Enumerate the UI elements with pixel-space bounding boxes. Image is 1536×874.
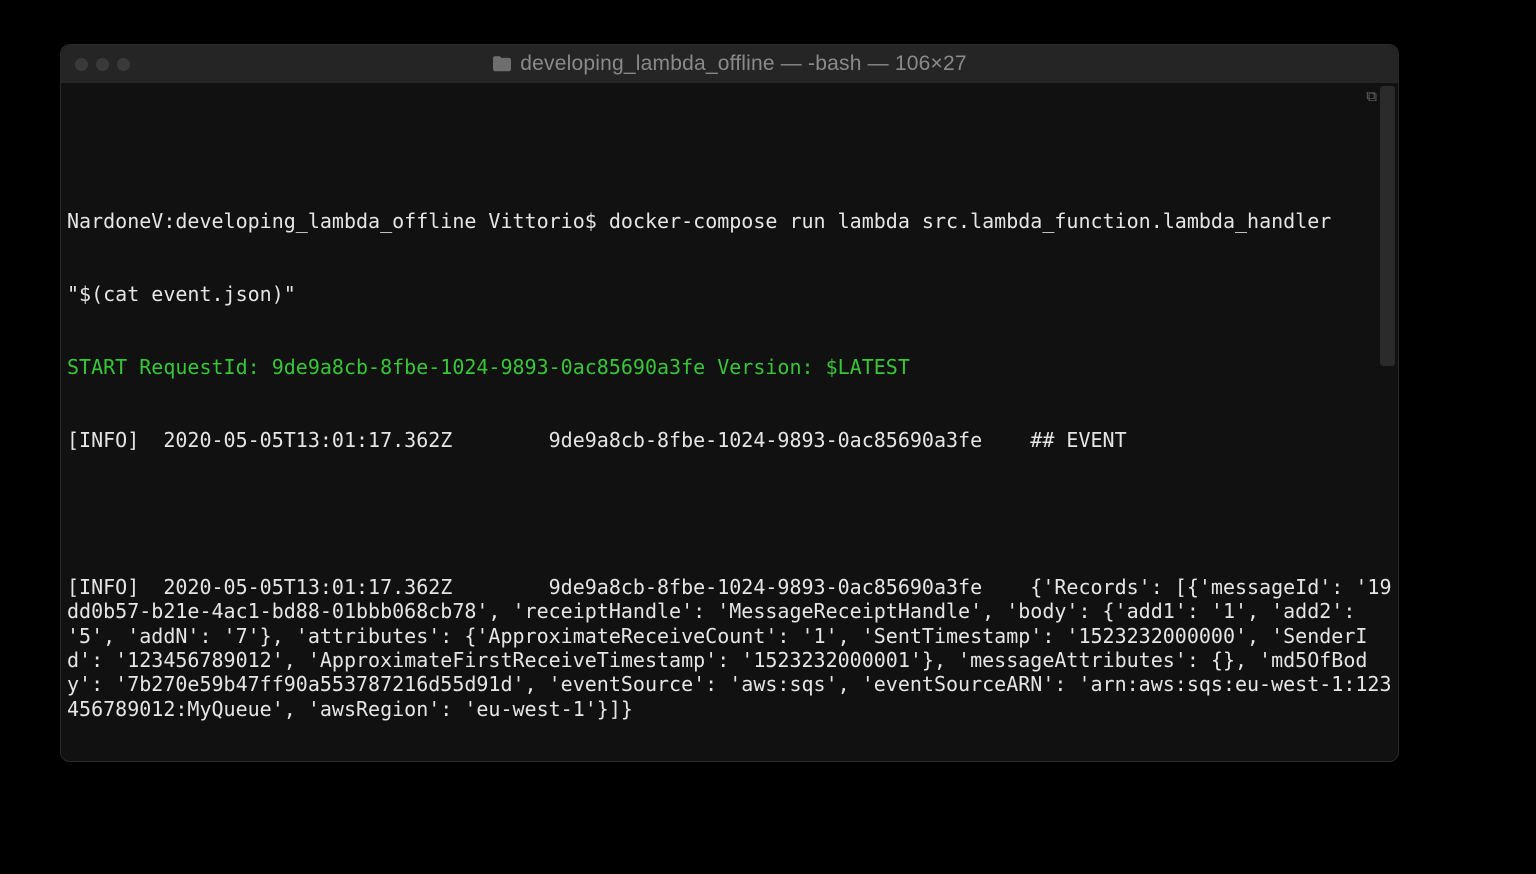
window-title: developing_lambda_offline — -bash — 106×… [61,51,1398,77]
log-line: [INFO] 2020-05-05T13:01:17.362Z 9de9a8cb… [67,575,1392,721]
traffic-lights [75,58,130,71]
command-line-1-cont: "$(cat event.json)" [67,282,1392,306]
terminal-window: developing_lambda_offline — -bash — 106×… [60,44,1399,762]
log-line [67,502,1392,526]
close-icon[interactable] [75,58,88,71]
command-text: docker-compose run lambda src.lambda_fun… [609,209,1344,233]
prompt: NardoneV:developing_lambda_offline Vitto… [67,209,609,233]
folder-icon [492,56,512,72]
terminal-viewport[interactable]: ⧉ NardoneV:developing_lambda_offline Vit… [61,83,1398,761]
command-line-1: NardoneV:developing_lambda_offline Vitto… [67,209,1392,233]
terminal-marker-icon: ⧉ [1366,89,1376,104]
minimize-icon[interactable] [96,58,109,71]
window-title-text: developing_lambda_offline — -bash — 106×… [520,51,966,77]
scrollbar-thumb[interactable] [1380,86,1395,366]
lambda-start-line: START RequestId: 9de9a8cb-8fbe-1024-9893… [67,355,1392,379]
zoom-icon[interactable] [117,58,130,71]
log-line: [INFO] 2020-05-05T13:01:17.362Z 9de9a8cb… [67,428,1392,452]
titlebar[interactable]: developing_lambda_offline — -bash — 106×… [61,45,1398,83]
